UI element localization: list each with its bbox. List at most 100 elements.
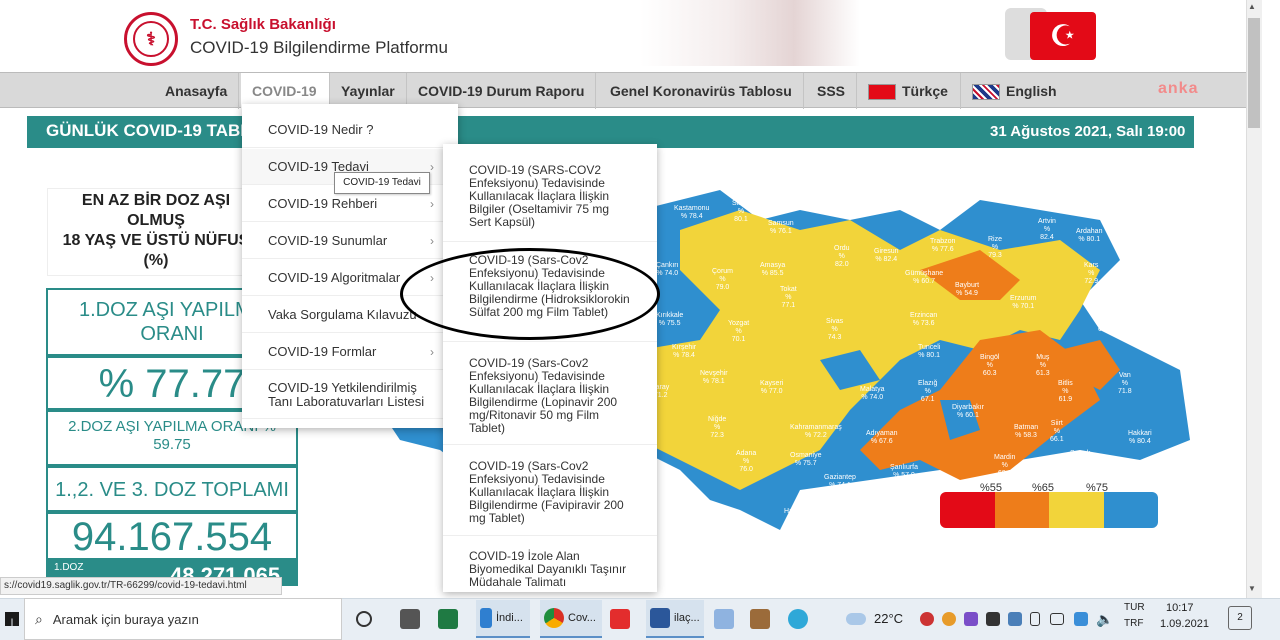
city-name: Muş (1036, 354, 1050, 361)
city-label[interactable]: Ağrı% 61.9 (1098, 310, 1112, 334)
menu-item-labs-list[interactable]: COVID-19 Yetkilendirilmiş Tanı Laboratuv… (242, 371, 458, 419)
city-value: % 80.1 (918, 352, 941, 359)
city-label[interactable]: Hakkari% 80.4 (1128, 430, 1152, 446)
city-label[interactable]: Kastamonu% 78.4 (674, 205, 709, 221)
city-label[interactable]: Tunceli% 80.1 (918, 344, 940, 360)
city-label[interactable]: Malatya% 74.0 (860, 386, 885, 402)
city-label[interactable]: Iğdır% 68.2 (1124, 290, 1138, 314)
tray-app-icon[interactable] (964, 600, 982, 638)
word-task[interactable]: ilaç... (646, 600, 704, 638)
city-label[interactable]: Adıyaman% 67.6 (866, 430, 898, 446)
city-label[interactable]: Mardin% 60.8 (994, 454, 1015, 478)
scroll-up-arrow-icon[interactable]: ▲ (1248, 2, 1256, 11)
chrome-task[interactable]: Cov... (540, 600, 602, 638)
city-label[interactable]: Rize% 79.3 (988, 236, 1002, 260)
tray-app-icon[interactable] (942, 600, 960, 638)
archive-icon[interactable] (750, 600, 774, 638)
city-value: % 78.1 (702, 378, 725, 385)
start-button[interactable] (0, 598, 24, 640)
city-label[interactable]: Niğde% 72.3 (708, 416, 726, 440)
city-label[interactable]: Trabzon% 77.6 (930, 238, 955, 254)
input-layout[interactable]: TRF (1124, 618, 1143, 629)
excel-icon[interactable] (438, 600, 462, 638)
city-label[interactable]: Gaziantep% 74.1 (824, 474, 856, 490)
city-label[interactable]: Giresun% 82.4 (874, 248, 899, 264)
nav-general-table[interactable]: Genel Koronavirüs Tablosu (599, 73, 804, 109)
city-label[interactable]: Erzurum% 70.1 (1010, 295, 1036, 311)
scrollbar-thumb[interactable] (1248, 18, 1260, 128)
tray-app-icon[interactable] (920, 600, 938, 638)
city-label[interactable]: Çankırı% 74.0 (656, 262, 679, 278)
city-label[interactable]: Adana% 76.0 (736, 450, 756, 474)
city-label[interactable]: Osmaniye% 75.7 (790, 452, 822, 468)
city-label[interactable]: Şanlıurfa% 57.9 (890, 464, 918, 480)
city-label[interactable]: Kırşehir% 78.4 (672, 344, 696, 360)
store-icon[interactable] (400, 600, 424, 638)
city-label[interactable]: Muş% 61.3 (1036, 354, 1050, 378)
menu-item-presentations[interactable]: COVID-19 Sunumlar › (242, 223, 458, 259)
city-label[interactable]: Diyarbakır% 60.1 (952, 404, 984, 420)
nav-faq[interactable]: SSS (806, 73, 858, 109)
submenu-item-favipiravir[interactable]: COVID-19 (Sars-Cov2 Enfeksiyonu) Tedavis… (443, 460, 657, 536)
city-label[interactable]: Elazığ% 67.1 (918, 380, 937, 404)
menu-item-what-is-covid[interactable]: COVID-19 Nedir ? (242, 112, 458, 148)
tray-app-icon[interactable] (1008, 600, 1026, 638)
city-label[interactable]: Gümüşhane% 60.7 (905, 270, 943, 286)
city-label[interactable]: Ordu% 82.0 (834, 245, 850, 269)
city-label[interactable]: Bingöl% 60.3 (980, 354, 999, 378)
ministry-logo[interactable]: ⚕ (124, 12, 178, 66)
nav-turkish[interactable]: Türkçe (857, 73, 961, 109)
city-label[interactable]: Kahramanmaraş% 72.2 (790, 424, 842, 440)
weather-temperature[interactable]: 22°C (874, 611, 903, 626)
city-label[interactable]: Van% 71.8 (1118, 372, 1132, 396)
city-label[interactable]: Bitlis% 61.9 (1058, 380, 1073, 404)
input-language[interactable]: TUR (1124, 602, 1145, 613)
downloads-task[interactable]: İndi... (476, 600, 530, 638)
city-label[interactable]: Kilis% 64.0 (826, 500, 840, 524)
city-label[interactable]: Sinop% 80.1 (732, 200, 750, 224)
city-label[interactable]: Samsun% 76.1 (768, 220, 794, 236)
city-label[interactable]: Ardahan% 80.1 (1076, 228, 1102, 244)
city-label[interactable]: Kayseri% 77.0 (760, 380, 783, 396)
city-label[interactable]: Muğla% 84.0 (404, 446, 423, 470)
city-name: Artvin (1038, 218, 1056, 225)
nav-home[interactable]: Anasayfa (154, 73, 240, 109)
notification-center-icon[interactable]: 2 (1228, 606, 1252, 630)
city-label[interactable]: Nevşehir% 78.1 (700, 370, 728, 386)
task-view-icon[interactable] (356, 600, 376, 638)
city-label[interactable]: Hatay% 77.0 (784, 508, 802, 532)
scroll-down-arrow-icon[interactable]: ▼ (1248, 584, 1256, 593)
network-icon[interactable] (1050, 600, 1068, 638)
submenu-item-isolated-area[interactable]: COVID-19 İzole Alan Biyomedikal Dayanıkl… (443, 550, 657, 590)
city-label[interactable]: Erzincan% 73.6 (910, 312, 937, 328)
city-label[interactable]: Artvin% 82.4 (1038, 218, 1056, 242)
city-label[interactable]: Amasya% 85.5 (760, 262, 785, 278)
nav-english[interactable]: English (961, 73, 1069, 109)
usb-icon[interactable] (1030, 600, 1044, 638)
city-label[interactable]: Kırıkkale% 75.5 (656, 312, 683, 328)
clock-date[interactable]: 1.09.2021 (1160, 618, 1209, 630)
menu-item-forms[interactable]: COVID-19 Formlar › (242, 334, 458, 370)
city-label[interactable]: Şırnak% 75.0 (1070, 450, 1090, 474)
yandex-icon[interactable] (610, 600, 634, 638)
taskbar-search[interactable]: ⌕ Aramak için buraya yazın (24, 598, 342, 640)
city-label[interactable]: Tokat% 77.1 (780, 286, 797, 310)
city-label[interactable]: Kars% 72.9 (1084, 262, 1098, 286)
tray-app-icon[interactable] (1074, 600, 1092, 638)
city-label[interactable]: Siirt% 66.1 (1050, 420, 1064, 444)
edge-icon[interactable] (788, 600, 812, 638)
clock-time[interactable]: 10:17 (1166, 602, 1194, 614)
city-label[interactable]: Sivas% 74.3 (826, 318, 843, 342)
city-value: % 60.3 (982, 362, 997, 377)
city-label[interactable]: Batman% 58.3 (1014, 424, 1038, 440)
city-name: Şırnak (1070, 450, 1091, 457)
paint-icon[interactable] (714, 600, 738, 638)
city-label[interactable]: Yozgat% 70.1 (728, 320, 749, 344)
city-label[interactable]: Bayburt% 54.9 (955, 282, 979, 298)
volume-icon[interactable]: 🔈 (1096, 600, 1113, 638)
submenu-item-oseltamivir[interactable]: COVID-19 (SARS-COV2 Enfeksiyonu) Tedavis… (443, 164, 657, 242)
tray-app-icon[interactable] (986, 600, 1004, 638)
city-label[interactable]: Mersin% 81.6 (662, 488, 683, 512)
submenu-item-lopinavir[interactable]: COVID-19 (Sars-Cov2 Enfeksiyonu) Tedavis… (443, 357, 657, 445)
city-label[interactable]: Çorum% 79.0 (712, 268, 733, 292)
